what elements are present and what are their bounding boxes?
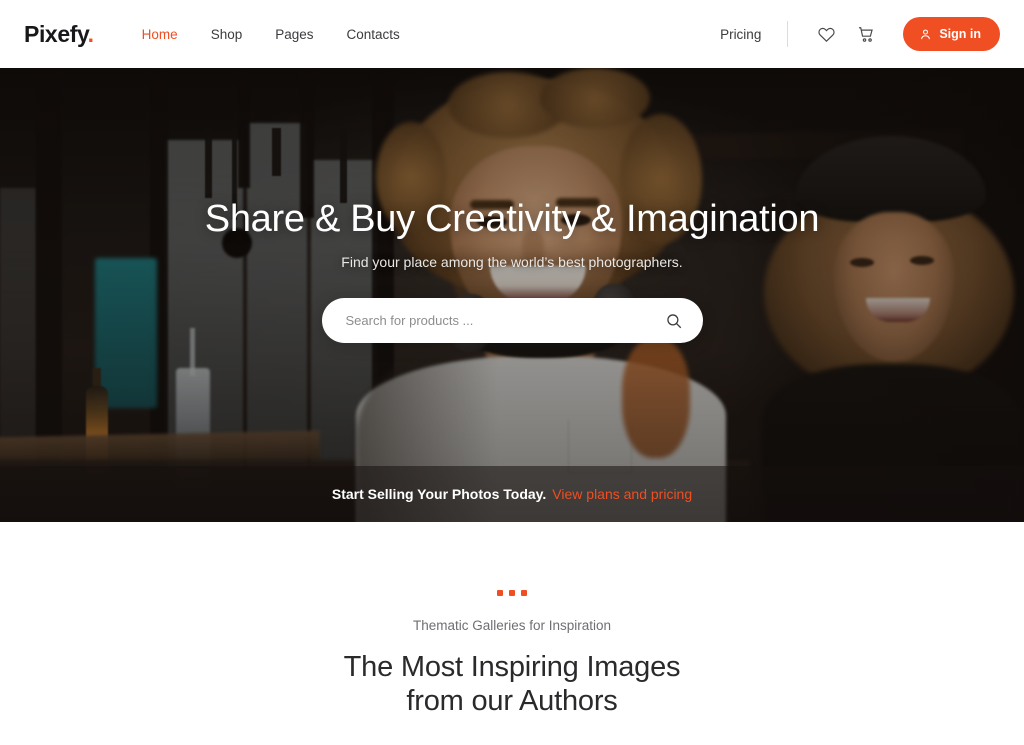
cart-icon[interactable] — [853, 21, 879, 47]
header-divider — [787, 21, 789, 47]
heart-icon[interactable] — [813, 21, 839, 47]
section-dots-decoration — [0, 590, 1024, 596]
search-input[interactable] — [345, 313, 665, 328]
section-title-line1: The Most Inspiring Images — [343, 651, 681, 683]
brand-logo[interactable]: Pixefy. — [24, 21, 94, 48]
nav-item-shop[interactable]: Shop — [211, 27, 243, 42]
hero-content: Share & Buy Creativity & Imagination Fin… — [0, 198, 1024, 343]
sign-in-label: Sign in — [939, 27, 981, 41]
brand-dot: . — [87, 20, 94, 47]
sign-in-button[interactable]: Sign in — [903, 17, 1000, 51]
nav-item-pricing[interactable]: Pricing — [720, 27, 761, 42]
search-icon[interactable] — [665, 312, 683, 330]
nav-item-pages[interactable]: Pages — [275, 27, 313, 42]
section-title: The Most Inspiring Images from our Autho… — [0, 650, 1024, 718]
nav-item-contacts[interactable]: Contacts — [347, 27, 400, 42]
header-actions: Pricing Sign in — [720, 17, 1000, 51]
main-navigation: Home Shop Pages Contacts — [142, 27, 400, 42]
hero-section: Share & Buy Creativity & Imagination Fin… — [0, 68, 1024, 522]
inspiring-images-section: Thematic Galleries for Inspiration The M… — [0, 522, 1024, 745]
hero-subtitle: Find your place among the world’s best p… — [341, 254, 683, 270]
section-eyebrow: Thematic Galleries for Inspiration — [412, 618, 612, 633]
section-title-line2: from our Authors — [406, 685, 618, 717]
site-header: Pixefy. Home Shop Pages Contacts Pricing — [0, 0, 1024, 68]
cta-text: Start Selling Your Photos Today. — [331, 486, 547, 502]
brand-name: Pixefy — [24, 20, 88, 47]
nav-item-home[interactable]: Home — [142, 27, 178, 42]
dot-1 — [497, 590, 503, 596]
hero-cta-strip: Start Selling Your Photos Today. View pl… — [0, 466, 1024, 522]
user-icon — [919, 28, 932, 41]
hero-search-bar[interactable] — [321, 298, 703, 343]
hero-title: Share & Buy Creativity & Imagination — [204, 198, 820, 240]
cta-pricing-link[interactable]: View plans and pricing — [552, 486, 692, 502]
dot-2 — [509, 590, 515, 596]
dot-3 — [521, 590, 527, 596]
